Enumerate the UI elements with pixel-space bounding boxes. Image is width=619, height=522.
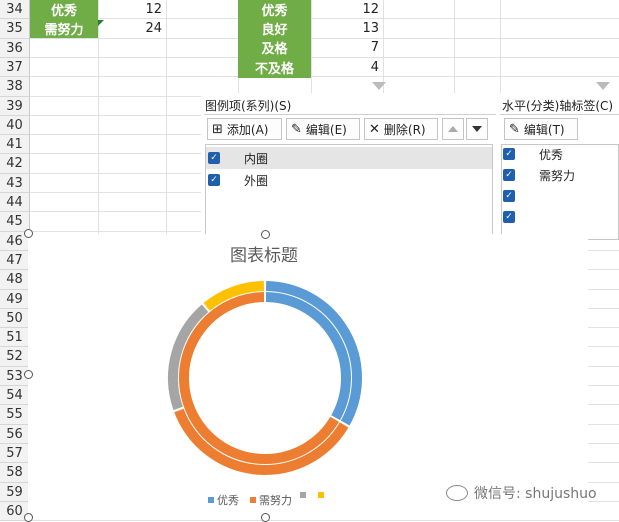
- axis-label-text: 优秀: [539, 147, 564, 162]
- add-series-label: 添加(A): [226, 122, 269, 137]
- row-header[interactable]: 44: [0, 193, 30, 212]
- legend-swatch: [318, 492, 324, 498]
- legend-label: 优秀: [217, 494, 239, 507]
- series-item[interactable]: ✓ 外圈: [206, 169, 492, 191]
- right-table-label-1[interactable]: 优秀: [238, 0, 311, 19]
- series-item-label: 外圈: [244, 173, 269, 188]
- left-table-value-2[interactable]: 24: [98, 19, 166, 38]
- row-header[interactable]: 41: [0, 135, 30, 154]
- delete-icon: ✕: [369, 121, 380, 137]
- edit-axis-label: 编辑(T): [523, 122, 565, 137]
- divider: [500, 114, 619, 115]
- legend-item[interactable]: 优秀: [208, 492, 239, 508]
- axis-label-item[interactable]: ✓ 优秀: [503, 143, 617, 165]
- axis-labels-title: 水平(分类)轴标签(C): [502, 99, 614, 113]
- chart-title[interactable]: 图表标题: [230, 241, 298, 266]
- wechat-icon: [446, 485, 468, 501]
- row-header[interactable]: 35: [0, 19, 30, 39]
- row-header[interactable]: 48: [0, 270, 30, 290]
- row-header[interactable]: 36: [0, 39, 30, 58]
- right-table-value-1[interactable]: 12: [311, 0, 383, 19]
- grid-col-line: [166, 0, 167, 240]
- edit-icon: ✎: [509, 121, 520, 137]
- row-header[interactable]: 52: [0, 347, 30, 367]
- chevron-down-icon[interactable]: [372, 82, 386, 91]
- row-header[interactable]: 38: [0, 77, 30, 97]
- row-header[interactable]: 34: [0, 0, 30, 19]
- add-series-button[interactable]: ⊞ 添加(A): [207, 118, 282, 140]
- delete-series-label: 删除(R): [383, 122, 426, 137]
- checkbox-checked-icon[interactable]: ✓: [503, 190, 515, 202]
- checkbox-checked-icon[interactable]: ✓: [208, 174, 220, 186]
- checkbox-checked-icon[interactable]: ✓: [503, 148, 515, 160]
- row-header[interactable]: 50: [0, 309, 30, 328]
- row-header[interactable]: 54: [0, 386, 30, 405]
- row-header[interactable]: 58: [0, 463, 30, 483]
- axis-label-item[interactable]: ✓: [503, 206, 617, 228]
- row-header[interactable]: 37: [0, 58, 30, 77]
- right-table-value-3[interactable]: 7: [311, 38, 383, 57]
- resize-handle[interactable]: [24, 370, 33, 379]
- legend-item[interactable]: 需努力: [250, 492, 292, 508]
- doughnut-chart[interactable]: [165, 278, 365, 478]
- move-down-button[interactable]: [466, 118, 488, 140]
- move-up-button[interactable]: [442, 118, 464, 140]
- legend-item[interactable]: [318, 492, 327, 498]
- row-header[interactable]: 42: [0, 154, 30, 174]
- row-header[interactable]: 51: [0, 328, 30, 347]
- edit-series-label: 编辑(E): [305, 122, 347, 137]
- divider: [204, 114, 496, 115]
- row-header[interactable]: 49: [0, 290, 30, 309]
- resize-handle[interactable]: [261, 230, 270, 239]
- edit-series-button[interactable]: ✎ 编辑(E): [286, 118, 360, 140]
- axis-label-item[interactable]: ✓ 需努力: [503, 164, 617, 186]
- right-table-label-3[interactable]: 及格: [238, 38, 311, 57]
- left-table-value-1[interactable]: 12: [98, 0, 166, 19]
- edit-icon: ✎: [291, 121, 302, 137]
- add-table-icon: ⊞: [212, 121, 223, 137]
- legend-item[interactable]: [300, 492, 309, 498]
- edit-axis-button[interactable]: ✎ 编辑(T): [504, 118, 578, 140]
- resize-handle[interactable]: [24, 229, 33, 238]
- axis-label-text: 需努力: [539, 168, 576, 183]
- arrow-up-icon: [448, 126, 458, 132]
- legend-swatch: [208, 497, 214, 503]
- row-header[interactable]: 55: [0, 405, 30, 425]
- right-table-value-4[interactable]: 4: [311, 57, 383, 78]
- right-table-value-2[interactable]: 13: [311, 19, 383, 38]
- row-header[interactable]: 39: [0, 97, 30, 116]
- watermark-text: 微信号: shujushuo: [474, 486, 597, 502]
- legend-swatch: [250, 497, 256, 503]
- delete-series-button[interactable]: ✕ 删除(R): [364, 118, 438, 140]
- left-table-label-2[interactable]: 需努力: [30, 19, 98, 38]
- row-header[interactable]: 40: [0, 116, 30, 135]
- row-header[interactable]: 56: [0, 425, 30, 444]
- row-header[interactable]: 59: [0, 483, 30, 502]
- chevron-down-icon[interactable]: [596, 82, 610, 91]
- row-header[interactable]: 43: [0, 174, 30, 193]
- legend-series-title: 图例项(系列)(S): [205, 99, 292, 113]
- left-table-label-1[interactable]: 优秀: [30, 0, 98, 19]
- row-header[interactable]: 57: [0, 444, 30, 463]
- checkbox-checked-icon[interactable]: ✓: [503, 169, 515, 181]
- checkbox-checked-icon[interactable]: ✓: [503, 211, 515, 223]
- series-item[interactable]: ✓ 内圈: [206, 147, 492, 169]
- right-table-label-4[interactable]: 不及格: [238, 57, 311, 78]
- watermark: 微信号: shujushuo: [446, 483, 597, 503]
- checkbox-checked-icon[interactable]: ✓: [208, 152, 220, 164]
- row-header[interactable]: 47: [0, 251, 30, 270]
- axis-label-item[interactable]: ✓: [503, 185, 617, 207]
- inner-ring-slice[interactable]: [179, 292, 339, 464]
- arrow-down-icon: [472, 126, 482, 132]
- right-table-label-2[interactable]: 良好: [238, 19, 311, 38]
- legend-label: 需努力: [259, 494, 292, 507]
- legend-swatch: [300, 492, 306, 498]
- series-item-label: 内圈: [244, 151, 269, 166]
